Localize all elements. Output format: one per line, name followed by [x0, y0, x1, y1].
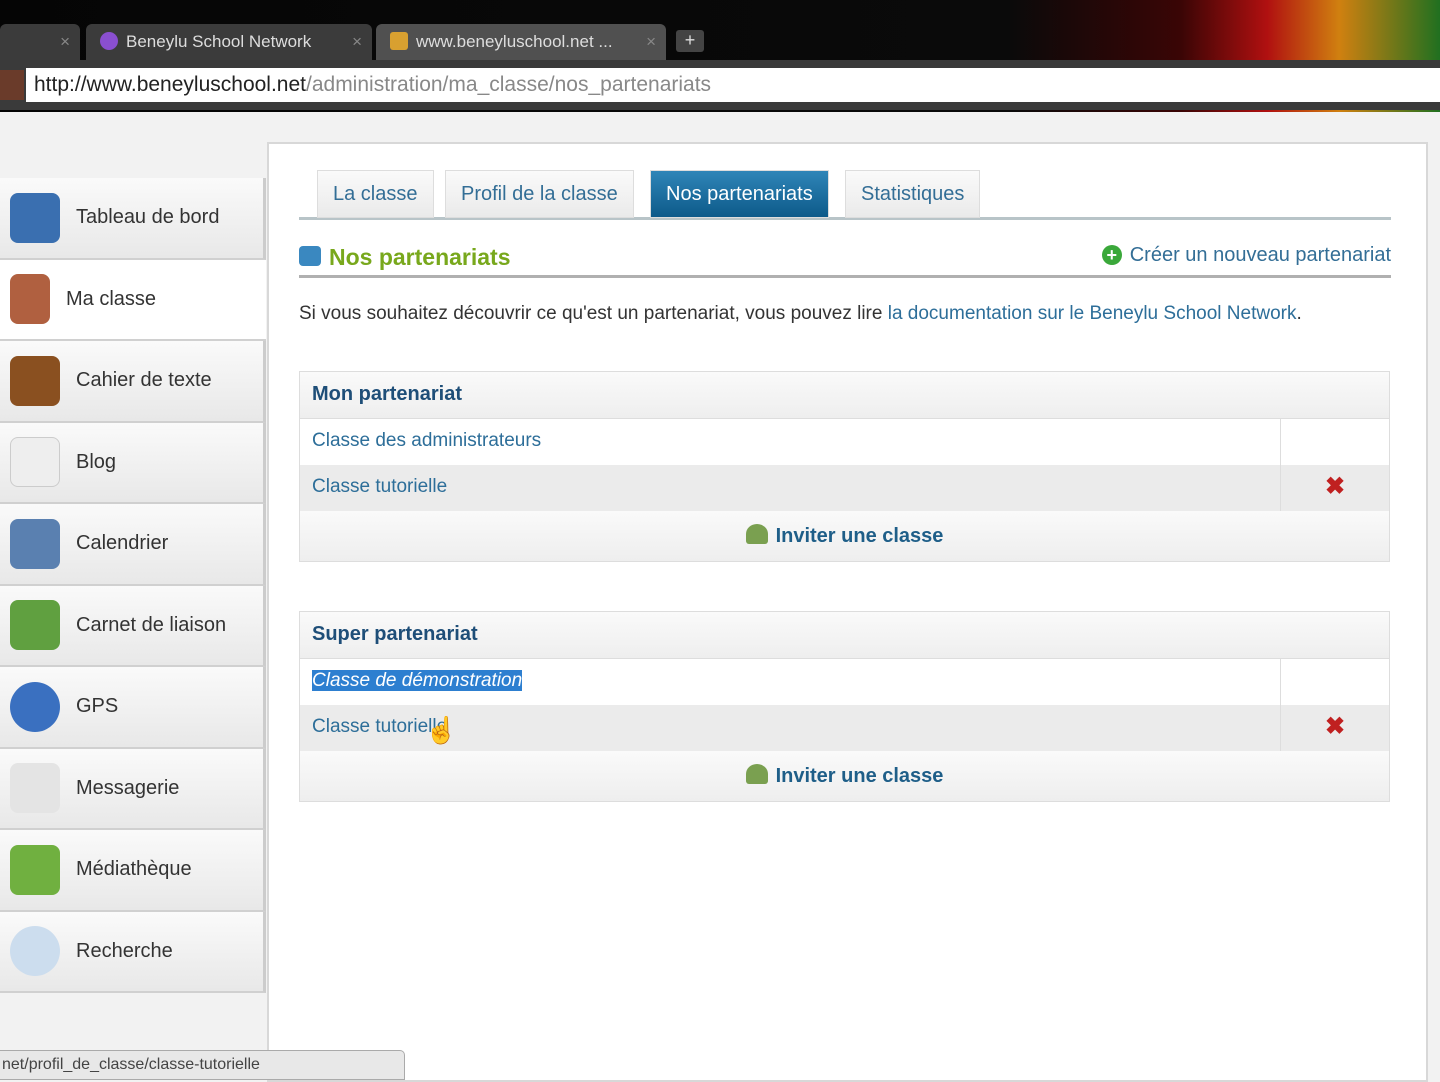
- toolbar: http://www.beneyluschool.net/administrat…: [0, 60, 1440, 110]
- sidebar-item-label: Blog: [76, 450, 117, 473]
- invite-class-button[interactable]: Inviter une classe: [300, 751, 1389, 801]
- close-icon[interactable]: ×: [352, 32, 362, 52]
- sidebar-item-label: GPS: [76, 695, 119, 718]
- table-row: Classe de démonstration: [300, 659, 1389, 705]
- section-header: Nos partenariats + Créer un nouveau parte…: [299, 242, 1391, 278]
- users-icon: [745, 524, 768, 544]
- main-panel: La classe Profil de la classe Nos parten…: [267, 142, 1428, 1082]
- class-link[interactable]: Classe tutorielle: [300, 465, 1281, 511]
- sidebar-item-carnet-de-liaison[interactable]: Carnet de liaison: [0, 585, 266, 667]
- sidebar-item-messagerie[interactable]: Messagerie: [0, 748, 266, 830]
- intro-text: Si vous souhaitez découvrir ce qu'est un…: [299, 303, 1302, 324]
- sidebar-item-gps[interactable]: GPS: [0, 667, 266, 749]
- envelope-icon: [10, 763, 60, 814]
- books-icon: [10, 844, 60, 895]
- page-tabs: La classe Profil de la classe Nos parten…: [299, 168, 1391, 220]
- url-path: /administration/ma_classe/nos_partenaria…: [306, 73, 712, 96]
- url-domain: http://www.beneyluschool.net: [34, 73, 306, 96]
- documentation-link[interactable]: la documentation sur le Beneylu School N…: [888, 303, 1297, 324]
- sidebar-item-label: Calendrier: [76, 532, 169, 555]
- sidebar: Tableau de bord Ma classe Cahier de text…: [0, 178, 266, 993]
- calendar-icon: [10, 518, 60, 569]
- sidebar-item-tableau-de-bord[interactable]: Tableau de bord: [0, 178, 266, 260]
- create-partnership-link[interactable]: + Créer un nouveau partenariat: [1101, 244, 1391, 267]
- globe-icon: [10, 681, 60, 732]
- tab-label: www.beneyluschool.net ...: [416, 32, 613, 51]
- sidebar-item-calendrier[interactable]: Calendrier: [0, 504, 266, 586]
- delete-cell: [1281, 419, 1389, 465]
- sidebar-item-blog[interactable]: Blog: [0, 422, 266, 504]
- briefcase-icon: [10, 355, 60, 406]
- sidebar-item-recherche[interactable]: Recherche: [0, 911, 266, 993]
- browser-tab[interactable]: Beneylu School Network ×: [86, 24, 372, 60]
- close-icon[interactable]: ×: [646, 32, 656, 52]
- house-icon: [10, 192, 60, 243]
- favicon-icon: [100, 32, 118, 50]
- invite-class-button[interactable]: Inviter une classe: [300, 511, 1389, 561]
- invite-label: Inviter une classe: [775, 525, 944, 547]
- favicon-icon: [390, 32, 408, 50]
- status-bar: net/profil_de_classe/classe-tutorielle: [0, 1050, 405, 1080]
- tab-statistiques[interactable]: Statistiques: [845, 170, 981, 218]
- intro-sentence: Si vous souhaitez découvrir ce qu'est un…: [299, 303, 888, 324]
- sidebar-item-mediatheque[interactable]: Médiathèque: [0, 830, 266, 912]
- delete-cell: [1281, 659, 1389, 705]
- delete-icon[interactable]: ✖: [1281, 705, 1389, 751]
- plus-circle-icon: +: [1101, 245, 1122, 265]
- sidebar-item-ma-classe[interactable]: Ma classe: [0, 259, 266, 341]
- magnifier-icon: [10, 926, 60, 977]
- tab-nos-partenariats[interactable]: Nos partenariats: [650, 170, 829, 218]
- tab-label: Beneylu School Network: [126, 32, 312, 51]
- users-icon: [745, 764, 768, 784]
- table-row: Classe tutorielle ✖: [300, 465, 1389, 511]
- close-icon[interactable]: ×: [60, 32, 70, 52]
- sidebar-item-label: Ma classe: [66, 287, 157, 310]
- partnership-title: Super partenariat: [300, 612, 1389, 659]
- table-row: Classe tutorielle ✖: [300, 705, 1389, 751]
- browser-chrome: × Beneylu School Network × www.beneylusch…: [0, 0, 1440, 112]
- hand-cursor-icon: ☝: [425, 715, 458, 745]
- page-title: Nos partenariats: [329, 244, 511, 270]
- sidebar-item-label: Tableau de bord: [76, 206, 220, 229]
- partnership-icon: [299, 246, 321, 266]
- tab-la-classe[interactable]: La classe: [317, 170, 434, 218]
- selected-text: Classe de démonstration: [312, 670, 523, 691]
- table-row: Classe des administrateurs: [300, 419, 1389, 465]
- partnership-box: Super partenariat Classe de démonstratio…: [299, 611, 1390, 802]
- partnership-title: Mon partenariat: [300, 372, 1389, 419]
- class-link[interactable]: Classe de démonstration: [300, 659, 1281, 705]
- sidebar-item-cahier-de-texte[interactable]: Cahier de texte: [0, 341, 266, 423]
- pencil-paper-icon: [10, 437, 60, 488]
- sidebar-item-label: Recherche: [76, 939, 173, 962]
- sidebar-item-label: Messagerie: [76, 776, 180, 799]
- browser-tab-active[interactable]: www.beneyluschool.net ... ×: [376, 24, 666, 60]
- sidebar-item-label: Médiathèque: [76, 858, 192, 881]
- notebook-icon: [10, 600, 60, 651]
- tools-icon: [10, 274, 50, 325]
- partnership-box: Mon partenariat Classe des administrateu…: [299, 371, 1390, 562]
- sidebar-item-label: Carnet de liaison: [76, 613, 227, 636]
- delete-icon[interactable]: ✖: [1281, 465, 1389, 511]
- address-bar[interactable]: http://www.beneyluschool.net/administrat…: [26, 68, 1440, 102]
- tab-profil-de-la-classe[interactable]: Profil de la classe: [445, 170, 634, 218]
- class-link[interactable]: Classe des administrateurs: [300, 419, 1281, 465]
- invite-label: Inviter une classe: [775, 765, 944, 787]
- sidebar-item-label: Cahier de texte: [76, 369, 212, 392]
- browser-tab-pinned[interactable]: ×: [0, 24, 80, 60]
- create-label: Créer un nouveau partenariat: [1129, 244, 1391, 266]
- bookmark-star-icon[interactable]: [0, 70, 24, 100]
- new-tab-button[interactable]: +: [676, 30, 704, 52]
